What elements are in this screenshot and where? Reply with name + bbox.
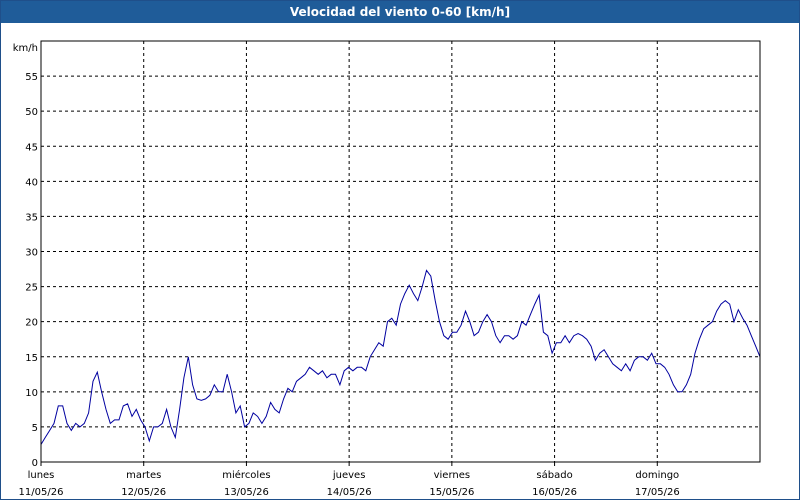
- y-tick-label: 40: [25, 177, 38, 188]
- x-tick-label-date: 16/05/26: [532, 487, 577, 498]
- y-axis-unit-label: km/h: [13, 43, 38, 54]
- wind-speed-chart: km/h 0 5 10 15 20 25 30 35 40 45 50 55 lunes 11/05/26…: [13, 40, 761, 498]
- y-tick-label: 45: [25, 142, 38, 153]
- y-axis: km/h 0 5 10 15 20 25 30 35 40 45 50 55: [13, 43, 38, 469]
- chart-window: Velocidad del viento 0-60 [km/h] km/h 0 5 1…: [0, 0, 800, 500]
- x-tick-label-date: 15/05/26: [429, 487, 474, 498]
- x-tick-label-day: sábado: [536, 469, 572, 481]
- x-tick-label-date: 17/05/26: [635, 487, 680, 498]
- x-tick-label-day: domingo: [635, 470, 679, 481]
- x-tick-label-date: 12/05/26: [121, 487, 166, 498]
- x-tick-label-date: 11/05/26: [19, 487, 64, 498]
- x-tick-label-day: miércoles: [222, 469, 270, 481]
- x-tick-label-day: martes: [126, 470, 161, 481]
- x-tick-label-day: lunes: [28, 470, 55, 481]
- y-tick-label: 30: [25, 248, 38, 259]
- series-line-wind-speed: [40, 269, 761, 445]
- grid-lines: [41, 41, 760, 462]
- x-tick-label-day: viernes: [434, 470, 470, 481]
- x-tick-label-date: 13/05/26: [224, 487, 269, 498]
- y-tick-label: 10: [25, 388, 38, 399]
- x-tick-label-date: 14/05/26: [327, 487, 372, 498]
- series-layer: [40, 269, 761, 445]
- plot-frame: [40, 40, 761, 463]
- x-axis: lunes 11/05/26 martes 12/05/26 miércoles 13/0…: [19, 462, 680, 498]
- y-tick-label: 20: [25, 318, 38, 329]
- y-tick-label: 50: [25, 107, 38, 118]
- y-tick-label: 25: [25, 283, 38, 294]
- x-tick-label-day: jueves: [332, 470, 366, 481]
- y-tick-label: 15: [25, 353, 38, 364]
- y-tick-label: 55: [25, 72, 38, 83]
- y-tick-label: 5: [32, 423, 38, 434]
- y-tick-label: 0: [32, 458, 38, 469]
- y-tick-label: 35: [25, 212, 38, 223]
